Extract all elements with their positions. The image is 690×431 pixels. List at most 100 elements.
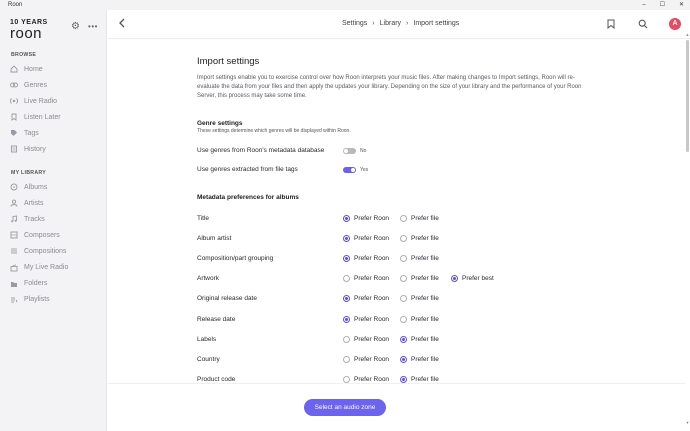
sidebar-item-playlists[interactable]: Playlists [10,293,102,307]
radio-button[interactable] [451,275,458,283]
metadata-row: Artwork Prefer Roon Prefer file Prefer best [197,272,597,286]
radio-button[interactable] [400,375,407,383]
radio-prefer-file[interactable]: Prefer file [400,315,439,323]
radio-prefer-best[interactable]: Prefer best [451,275,494,283]
radio-button[interactable] [400,215,407,222]
tag-icon [10,129,18,137]
sidebar-item-my-live-radio[interactable]: My Live Radio [10,261,102,275]
toggle-value: No [360,148,367,154]
radio-button[interactable] [400,295,407,303]
more-icon[interactable]: ••• [87,21,99,32]
toggle-value: Yes [360,167,369,173]
sidebar-item-listen-later[interactable]: Listen Later [10,110,102,124]
sidebar-item-label: Composers [24,231,60,239]
radio-button[interactable] [400,355,407,363]
radio-prefer-file[interactable]: Prefer file [400,375,439,383]
sidebar-item-albums[interactable]: Albums [10,180,102,194]
sidebar-item-compositions[interactable]: Compositions [10,244,102,258]
radio-button[interactable] [400,335,407,343]
bookmark-icon[interactable] [605,19,616,30]
breadcrumb-settings[interactable]: Settings [342,20,367,27]
radio-prefer-file[interactable]: Prefer file [400,355,439,363]
radio-label: Prefer file [411,315,439,323]
radio-prefer-file[interactable]: Prefer file [400,255,439,263]
sidebar-item-label: Folders [24,280,48,288]
scroll-up-arrow[interactable]: ▲ [685,32,690,37]
playlists-icon [10,296,18,304]
select-audio-zone-button[interactable]: Select an audio zone [304,399,386,416]
sidebar-item-genres[interactable]: Genres [10,78,102,92]
radio-button[interactable] [343,355,350,363]
radio-prefer-file[interactable]: Prefer file [400,215,439,222]
radio-prefer-roon[interactable]: Prefer Roon [343,315,389,323]
radio-prefer-roon[interactable]: Prefer Roon [343,335,390,343]
sidebar-item-history[interactable]: History [10,142,102,156]
radio-prefer-roon[interactable]: Prefer Roon [343,375,389,383]
radio-label: Prefer Roon [354,235,390,243]
toggle-knob [351,168,355,172]
radio-label: Prefer Roon [354,335,390,343]
radio-prefer-roon[interactable]: Prefer Roon [343,275,389,283]
sidebar-item-composers[interactable]: Composers [10,228,102,242]
gear-icon[interactable]: ⚙ [70,21,81,32]
radio-prefer-file[interactable]: Prefer file [400,235,439,243]
radio-icon [10,97,18,105]
minimize-button[interactable]: – [642,0,645,10]
radio-prefer-roon[interactable]: Prefer Roon [343,255,389,263]
radio-button[interactable] [400,275,407,283]
sidebar-item-folders[interactable]: Folders [10,277,102,291]
toggle-switch[interactable] [343,148,356,154]
breadcrumb-library[interactable]: Library [380,20,401,27]
genre-subheading: These settings determine which genres wi… [197,128,351,134]
roon-logo[interactable]: 10 YEARS roon [10,19,50,41]
sidebar-item-live-radio[interactable]: Live Radio [10,94,102,108]
radio-button[interactable] [343,215,350,222]
radio-button[interactable] [343,255,350,263]
artists-icon [10,199,18,207]
sidebar-item-home[interactable]: Home [10,62,102,76]
radio-button[interactable] [343,335,350,343]
window-titlebar: Roon – ☐ ✕ [0,0,690,10]
genre-setting-row: Use genres from Roon's metadata database… [197,144,597,158]
setting-label: Use genres from Roon's metadata database [197,147,325,154]
back-icon[interactable] [118,18,128,30]
setting-label: Use genres extracted from file tags [197,166,298,173]
scrollbar-thumb[interactable] [686,40,689,152]
avatar[interactable]: A [669,18,681,30]
search-icon[interactable] [637,19,648,30]
radio-prefer-file[interactable]: Prefer file [400,275,439,283]
radio-button[interactable] [400,235,407,243]
bookmark-icon [10,113,18,121]
radio-button[interactable] [343,375,350,383]
sidebar-item-tags[interactable]: Tags [10,126,102,140]
radio-button[interactable] [343,315,350,323]
radio-prefer-roon[interactable]: Prefer Roon [343,355,390,363]
maximize-button[interactable]: ☐ [660,0,665,10]
toggle-switch[interactable] [343,167,356,173]
sidebar-item-artists[interactable]: Artists [10,196,102,210]
metadata-row: Original release date Prefer Roon Prefer f… [197,292,597,306]
radio-button[interactable] [343,235,350,243]
radio-button[interactable] [400,315,407,323]
intro-text: Import settings enable you to exercise c… [197,75,582,99]
close-button[interactable]: ✕ [679,0,684,10]
radio-prefer-roon[interactable]: Prefer Roon [343,215,389,222]
chevron-right-icon: › [406,20,409,27]
radio-prefer-file[interactable]: Prefer file [400,295,439,303]
radio-label: Prefer Roon [354,355,390,363]
radio-prefer-file[interactable]: Prefer file [400,335,439,343]
radio-label: Prefer file [411,375,439,383]
radio-label: Prefer file [411,295,439,303]
metadata-row: Album artist Prefer Roon Prefer file [197,232,597,246]
folder-icon [10,280,18,288]
window-title: Roon [8,2,23,8]
radio-prefer-roon[interactable]: Prefer Roon [343,295,389,303]
radio-button[interactable] [343,275,350,283]
radio-prefer-roon[interactable]: Prefer Roon [343,235,390,243]
sidebar-item-tracks[interactable]: Tracks [10,212,102,226]
radio-button[interactable] [400,255,407,263]
logo-line2: roon [10,25,43,42]
sidebar: 10 YEARS roon ⚙ ••• BROWSE Home Genres Liv… [0,10,107,431]
home-icon [10,65,18,73]
radio-button[interactable] [343,295,350,303]
